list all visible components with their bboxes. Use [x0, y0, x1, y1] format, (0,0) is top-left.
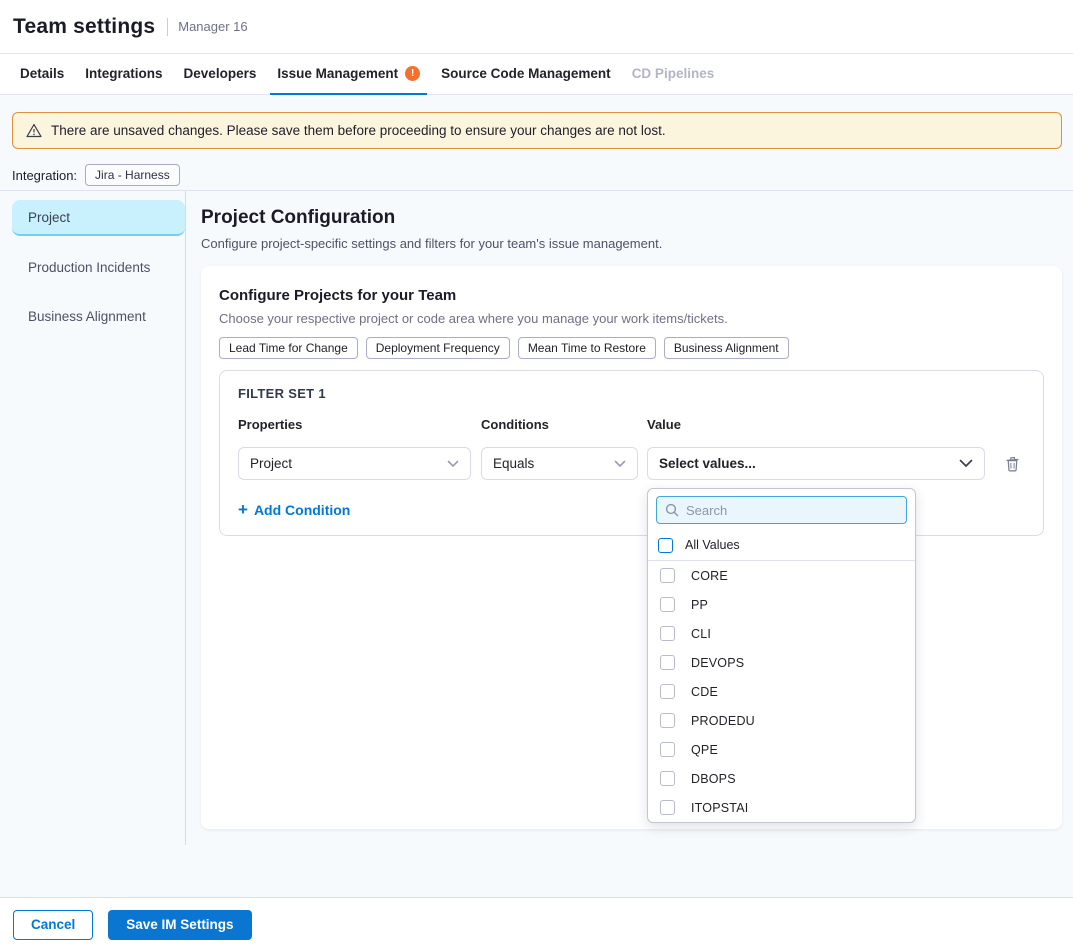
option-prodedu[interactable]: PRODEDU	[648, 706, 915, 735]
option-qpe[interactable]: QPE	[648, 735, 915, 764]
checkbox[interactable]	[660, 626, 675, 641]
sidebar-item-production-incidents[interactable]: Production Incidents	[12, 249, 185, 285]
tab-cd-pipelines: CD Pipelines	[625, 54, 722, 95]
chevron-down-icon	[614, 460, 626, 468]
metric-chip-row: Lead Time for Change Deployment Frequenc…	[219, 337, 1044, 359]
settings-sidebar: Project Production Incidents Business Al…	[0, 191, 186, 845]
card-subtitle: Choose your respective project or code a…	[219, 311, 1044, 326]
search-icon	[665, 503, 679, 517]
main-panel: Project Configuration Configure project-…	[186, 191, 1073, 845]
tab-source-code-management[interactable]: Source Code Management	[434, 54, 618, 95]
team-name-label: Manager 16	[178, 19, 247, 34]
filter-set-title: FILTER SET 1	[238, 386, 1025, 401]
settings-tabbar: Details Integrations Developers Issue Ma…	[0, 53, 1073, 95]
search-input[interactable]	[686, 503, 898, 518]
checkbox[interactable]	[660, 568, 675, 583]
conditions-column-label: Conditions	[481, 417, 647, 432]
save-im-settings-button[interactable]: Save IM Settings	[108, 910, 251, 940]
condition-select[interactable]: Equals	[481, 447, 638, 480]
integration-row: Integration: Jira - Harness	[12, 164, 1073, 186]
option-devops[interactable]: DEVOPS	[648, 648, 915, 677]
option-pipe[interactable]: PIPE	[648, 822, 915, 823]
option-cli[interactable]: CLI	[648, 619, 915, 648]
section-subtitle: Configure project-specific settings and …	[201, 236, 1062, 251]
checkbox[interactable]	[660, 742, 675, 757]
team-settings-page: Team settings Manager 16 Details Integra…	[0, 0, 1073, 951]
tab-integrations[interactable]: Integrations	[78, 54, 169, 95]
checkbox[interactable]	[660, 597, 675, 612]
integration-chip[interactable]: Jira - Harness	[85, 164, 180, 186]
value-multiselect[interactable]: Select values...	[647, 447, 985, 480]
property-select[interactable]: Project	[238, 447, 471, 480]
option-itopstai[interactable]: ITOPSTAI	[648, 793, 915, 822]
warning-triangle-icon	[26, 123, 42, 138]
chip-business-alignment[interactable]: Business Alignment	[664, 337, 789, 359]
tab-details[interactable]: Details	[13, 54, 71, 95]
filter-row: Project Equals Select values...	[238, 447, 1025, 480]
all-values-checkbox[interactable]	[658, 538, 673, 553]
checkbox[interactable]	[660, 800, 675, 815]
unsaved-alert-badge-icon: !	[405, 66, 420, 81]
section-title: Project Configuration	[201, 207, 1062, 229]
cancel-button[interactable]: Cancel	[13, 910, 93, 940]
page-header: Team settings Manager 16	[0, 0, 1073, 53]
delete-filter-row-button[interactable]	[1003, 454, 1022, 474]
filter-set-1: FILTER SET 1 Properties Conditions Value…	[219, 370, 1044, 536]
integration-label: Integration:	[12, 168, 77, 183]
value-select-dropdown: All Values CORE PP CLI DEVOPS CDE PRODED…	[647, 488, 916, 823]
chevron-down-icon	[959, 459, 973, 468]
filter-column-headers: Properties Conditions Value	[238, 417, 1025, 432]
add-condition-button[interactable]: + Add Condition	[238, 501, 350, 518]
tab-developers[interactable]: Developers	[177, 54, 264, 95]
chip-deployment-frequency[interactable]: Deployment Frequency	[366, 337, 510, 359]
plus-icon: +	[238, 501, 248, 518]
trash-icon	[1005, 456, 1020, 472]
option-cde[interactable]: CDE	[648, 677, 915, 706]
content-area: There are unsaved changes. Please save t…	[0, 95, 1073, 897]
banner-message: There are unsaved changes. Please save t…	[51, 123, 666, 138]
title-divider	[167, 18, 168, 36]
checkbox[interactable]	[660, 771, 675, 786]
value-column-label: Value	[647, 417, 985, 432]
configure-projects-card: Configure Projects for your Team Choose …	[201, 266, 1062, 829]
checkbox[interactable]	[660, 655, 675, 670]
option-dbops[interactable]: DBOPS	[648, 764, 915, 793]
page-title: Team settings	[13, 15, 155, 39]
select-all-option[interactable]: All Values	[648, 530, 915, 560]
unsaved-changes-banner: There are unsaved changes. Please save t…	[12, 112, 1062, 149]
chip-lead-time-for-change[interactable]: Lead Time for Change	[219, 337, 358, 359]
dropdown-search-wrap	[648, 489, 915, 530]
dropdown-search-box[interactable]	[656, 496, 907, 524]
card-title: Configure Projects for your Team	[219, 287, 1044, 304]
checkbox[interactable]	[660, 684, 675, 699]
chevron-down-icon	[447, 460, 459, 468]
tab-issue-management[interactable]: Issue Management !	[270, 54, 427, 95]
chip-mean-time-to-restore[interactable]: Mean Time to Restore	[518, 337, 656, 359]
option-core[interactable]: CORE	[648, 561, 915, 590]
action-footer: Cancel Save IM Settings	[0, 897, 1073, 951]
option-pp[interactable]: PP	[648, 590, 915, 619]
sidebar-item-project[interactable]: Project	[12, 200, 185, 236]
sidebar-item-business-alignment[interactable]: Business Alignment	[12, 298, 185, 334]
properties-column-label: Properties	[238, 417, 481, 432]
checkbox[interactable]	[660, 713, 675, 728]
